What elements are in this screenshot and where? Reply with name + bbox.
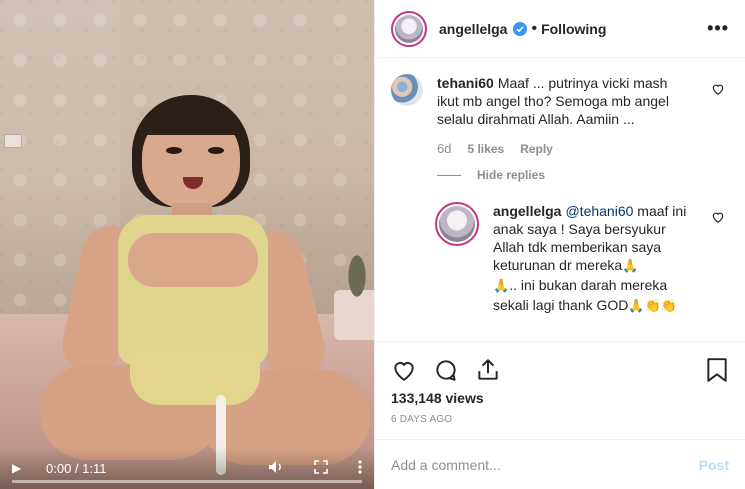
comment-icon[interactable] xyxy=(433,357,459,383)
hide-replies-button[interactable]: Hide replies xyxy=(437,166,677,184)
play-icon[interactable]: ▶ xyxy=(12,461,32,475)
author-username[interactable]: angellelga xyxy=(439,21,507,37)
post-actions: 133,148 views 6 DAYS AGO xyxy=(375,341,745,439)
commenter-avatar[interactable] xyxy=(391,74,423,106)
heart-icon[interactable] xyxy=(391,357,417,383)
action-icons xyxy=(391,350,729,390)
reply-item: angellelga @tehani60 maaf ini anak saya !… xyxy=(435,202,729,316)
hide-replies-line xyxy=(437,174,461,176)
volume-icon[interactable] xyxy=(268,460,284,477)
comment-body: tehani60 Maaf ... putrinya vicki mash iku… xyxy=(437,74,677,184)
video-time: 0:00 / 1:11 xyxy=(46,460,107,476)
video-progress-bar[interactable] xyxy=(12,480,362,483)
comment-likes[interactable]: 5 likes xyxy=(467,140,504,158)
reply-author-avatar[interactable] xyxy=(435,202,479,246)
comment-item: tehani60 Maaf ... putrinya vicki mash iku… xyxy=(391,74,729,184)
add-comment-bar: Post xyxy=(375,439,745,489)
like-comment-heart-icon[interactable] xyxy=(711,82,725,96)
instagram-post-view: ▶ 0:00 / 1:11 angellelga • Following •••… xyxy=(0,0,745,489)
comments-list: tehani60 Maaf ... putrinya vicki mash iku… xyxy=(375,58,745,341)
verified-badge-icon xyxy=(513,21,528,36)
pray-emoji-1: 🙏 xyxy=(622,259,639,274)
following-button[interactable]: Following xyxy=(541,21,606,37)
post-header: angellelga • Following ••• xyxy=(375,0,745,58)
like-reply-heart-icon[interactable] xyxy=(711,210,725,224)
separator-dot: • xyxy=(531,19,538,37)
light-switch xyxy=(4,134,22,148)
hide-replies-label: Hide replies xyxy=(477,168,546,182)
shorts xyxy=(130,350,260,405)
more-options-button[interactable]: ••• xyxy=(707,18,729,39)
post-side-panel: angellelga • Following ••• tehani60 Maaf … xyxy=(374,0,745,489)
reply-body: angellelga @tehani60 maaf ini anak saya !… xyxy=(493,202,693,316)
share-icon[interactable] xyxy=(475,357,501,383)
plant xyxy=(342,240,372,300)
post-video[interactable]: ▶ 0:00 / 1:11 xyxy=(0,0,374,489)
post-comment-button[interactable]: Post xyxy=(699,457,729,473)
right-eye xyxy=(208,147,224,154)
post-timestamp[interactable]: 6 DAYS AGO xyxy=(391,414,729,425)
reply-button[interactable]: Reply xyxy=(520,140,553,158)
bookmark-icon[interactable] xyxy=(705,357,729,383)
comment-age[interactable]: 6d xyxy=(437,140,451,158)
fullscreen-icon[interactable] xyxy=(314,459,328,477)
more-vertical-icon[interactable] xyxy=(358,459,362,477)
reply-username[interactable]: angellelga xyxy=(493,203,561,219)
commenter-username[interactable]: tehani60 xyxy=(437,75,494,91)
author-avatar[interactable] xyxy=(391,10,427,47)
hands xyxy=(128,233,258,287)
child-figure xyxy=(40,95,370,485)
fringe xyxy=(142,105,240,135)
views-count[interactable]: 133,148 views xyxy=(391,390,729,406)
left-eye xyxy=(166,147,182,154)
reply-emojis-end: 🙏👏👏 xyxy=(628,299,677,314)
add-comment-input[interactable] xyxy=(391,456,699,473)
reply-mention[interactable]: @tehani60 xyxy=(565,203,633,219)
comment-meta: 6d 5 likes Reply xyxy=(437,140,677,158)
pray-emoji-2: 🙏 xyxy=(493,279,510,294)
